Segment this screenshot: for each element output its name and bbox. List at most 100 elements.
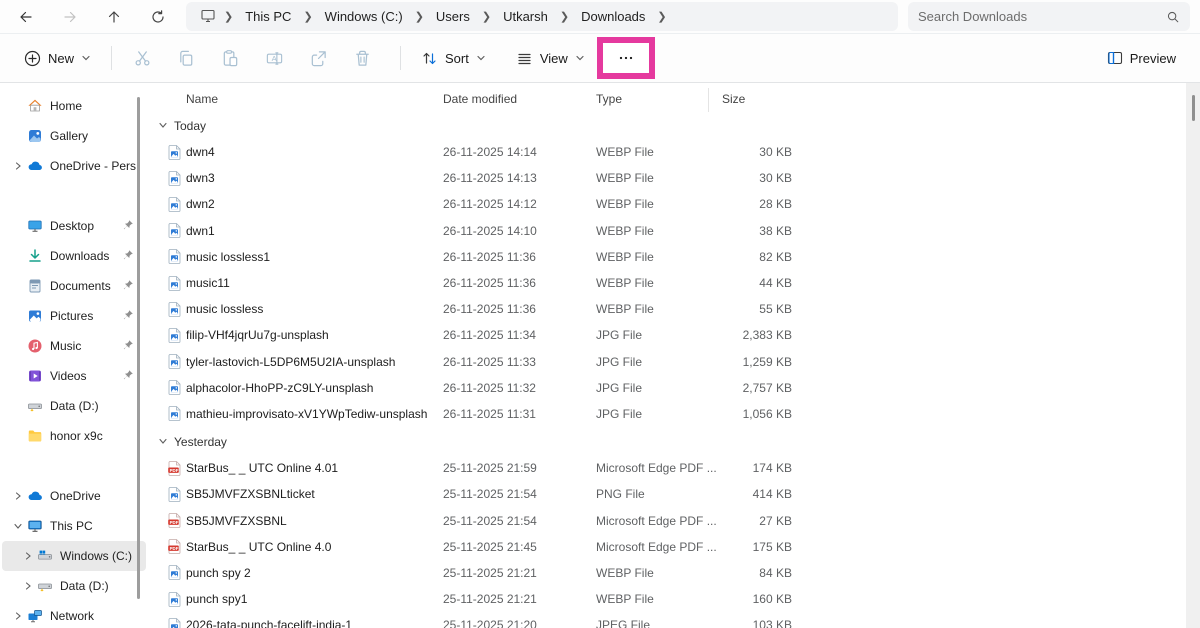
- copy-button[interactable]: [168, 41, 204, 75]
- file-row[interactable]: PDFSB5JMVFZXSBNL25-11-2025 21:54Microsof…: [148, 507, 1200, 533]
- sidebar-item-home[interactable]: Home: [2, 91, 146, 121]
- up-button[interactable]: [98, 3, 130, 31]
- sidebar-item-downloads[interactable]: Downloads: [2, 241, 146, 271]
- file-row[interactable]: music lossless26-11-2025 11:36WEBP File5…: [148, 296, 1200, 322]
- chevron-right-icon[interactable]: [10, 491, 26, 501]
- sidebar-item-desktop[interactable]: Desktop: [2, 211, 146, 241]
- breadcrumb-item[interactable]: This PC: [239, 7, 297, 26]
- file-date-modified: 26-11-2025 11:36: [443, 250, 596, 264]
- paste-icon: [221, 49, 240, 68]
- sidebar-item-documents[interactable]: Documents: [2, 271, 146, 301]
- breadcrumb-item[interactable]: Utkarsh: [497, 7, 554, 26]
- rename-icon: A: [265, 49, 284, 68]
- file-row[interactable]: tyler-lastovich-L5DP6M5U2IA-unsplash26-1…: [148, 349, 1200, 375]
- chevron-right-icon: ❯: [218, 10, 239, 23]
- sort-button[interactable]: Sort: [413, 44, 494, 73]
- chevron-right-icon[interactable]: [20, 551, 36, 561]
- share-button[interactable]: [300, 41, 336, 75]
- paste-button[interactable]: [212, 41, 248, 75]
- group-label: Today: [174, 119, 206, 133]
- back-button[interactable]: [10, 3, 42, 31]
- search-box[interactable]: [908, 2, 1190, 31]
- sidebar-item-pictures[interactable]: Pictures: [2, 301, 146, 331]
- image-file-icon: [168, 565, 186, 580]
- sidebar-item-label: Data (D:): [50, 399, 99, 413]
- rename-button[interactable]: A: [256, 41, 292, 75]
- sidebar-item-network[interactable]: Network: [2, 601, 146, 628]
- file-row[interactable]: punch spy125-11-2025 21:21WEBP File160 K…: [148, 586, 1200, 612]
- sidebar-item-this-pc[interactable]: This PC: [2, 511, 146, 541]
- file-row[interactable]: mathieu-improvisato-xV1YWpTediw-unsplash…: [148, 401, 1200, 427]
- image-file-icon: [168, 618, 186, 628]
- image-file-icon: [168, 249, 186, 264]
- sidebar-item-data-d[interactable]: Data (D:): [2, 391, 146, 421]
- new-button[interactable]: New: [16, 44, 99, 73]
- file-row[interactable]: dwn126-11-2025 14:10WEBP File38 KB: [148, 218, 1200, 244]
- folder-icon: [26, 428, 44, 444]
- chevron-right-icon[interactable]: [20, 581, 36, 591]
- image-file-icon: [168, 592, 186, 607]
- file-list-scrollbar-thumb[interactable]: [1192, 95, 1195, 121]
- file-type: WEBP File: [596, 171, 722, 185]
- sidebar-item-videos[interactable]: Videos: [2, 361, 146, 391]
- image-file-icon: [168, 328, 186, 343]
- sidebar-item-data-d[interactable]: Data (D:): [2, 571, 146, 601]
- file-row[interactable]: dwn426-11-2025 14:14WEBP File30 KB: [148, 139, 1200, 165]
- breadcrumb-item[interactable]: Downloads: [575, 7, 651, 26]
- up-icon: [106, 9, 122, 25]
- file-row[interactable]: dwn226-11-2025 14:12WEBP File28 KB: [148, 191, 1200, 217]
- cut-button[interactable]: [124, 41, 160, 75]
- more-button-highlight: [597, 37, 655, 79]
- column-size[interactable]: Size: [722, 92, 792, 106]
- file-list-scrollbar-track[interactable]: [1186, 83, 1200, 628]
- breadcrumb-item[interactable]: Users: [430, 7, 476, 26]
- file-row[interactable]: punch spy 225-11-2025 21:21WEBP File84 K…: [148, 560, 1200, 586]
- file-name: StarBus_ _ UTC Online 4.01: [186, 461, 443, 475]
- file-row[interactable]: alphacolor-HhoPP-zC9LY-unsplash26-11-202…: [148, 375, 1200, 401]
- forward-button[interactable]: [54, 3, 86, 31]
- preview-button[interactable]: Preview: [1099, 44, 1184, 72]
- file-row[interactable]: PDFStarBus_ _ UTC Online 4.0125-11-2025 …: [148, 455, 1200, 481]
- chevron-down-icon[interactable]: [158, 119, 168, 133]
- file-row[interactable]: music lossless126-11-2025 11:36WEBP File…: [148, 244, 1200, 270]
- file-row[interactable]: music1126-11-2025 11:36WEBP File44 KB: [148, 270, 1200, 296]
- file-row[interactable]: 2026-tata-punch-facelift-india-125-11-20…: [148, 612, 1200, 628]
- view-button[interactable]: View: [508, 44, 593, 73]
- search-input[interactable]: [918, 9, 1166, 24]
- desktop-icon: [26, 218, 44, 234]
- file-row[interactable]: PDFStarBus_ _ UTC Online 4.025-11-2025 2…: [148, 534, 1200, 560]
- sidebar-item-windows-c[interactable]: Windows (C:): [2, 541, 146, 571]
- chevron-right-icon[interactable]: [10, 611, 26, 621]
- delete-button[interactable]: [344, 41, 380, 75]
- sidebar-item-music[interactable]: Music: [2, 331, 146, 361]
- file-size: 27 KB: [722, 514, 792, 528]
- refresh-button[interactable]: [142, 3, 174, 31]
- chevron-down-icon[interactable]: [158, 435, 168, 449]
- column-type[interactable]: Type: [596, 92, 722, 106]
- file-row[interactable]: filip-VHf4jqrUu7g-unsplash26-11-2025 11:…: [148, 322, 1200, 348]
- file-name: dwn1: [186, 224, 443, 238]
- chevron-right-icon[interactable]: [10, 161, 26, 171]
- sidebar-item-honor-x9c[interactable]: honor x9c: [2, 421, 146, 451]
- sidebar-item-onedrive[interactable]: OneDrive: [2, 481, 146, 511]
- sidebar-item-onedrive-pers[interactable]: OneDrive - Pers: [2, 151, 146, 181]
- onedrive-icon: [26, 158, 44, 174]
- file-row[interactable]: SB5JMVFZXSBNLticket25-11-2025 21:54PNG F…: [148, 481, 1200, 507]
- file-date-modified: 26-11-2025 11:33: [443, 355, 596, 369]
- group-header-yesterday[interactable]: Yesterday: [148, 429, 1200, 455]
- sidebar-item-label: Network: [50, 609, 94, 623]
- see-more-button[interactable]: [603, 43, 649, 73]
- sidebar-scrollbar[interactable]: [137, 97, 140, 599]
- delete-icon: [353, 49, 372, 68]
- sidebar-item-gallery[interactable]: Gallery: [2, 121, 146, 151]
- svg-text:PDF: PDF: [170, 520, 179, 525]
- file-name: dwn2: [186, 197, 443, 211]
- group-header-today[interactable]: Today: [148, 113, 1200, 139]
- breadcrumb-item[interactable]: Windows (C:): [319, 7, 409, 26]
- column-date-modified[interactable]: Date modified: [443, 92, 596, 106]
- file-row[interactable]: dwn326-11-2025 14:13WEBP File30 KB: [148, 165, 1200, 191]
- sidebar-item-label: Pictures: [50, 309, 93, 323]
- column-name[interactable]: Name: [186, 92, 443, 106]
- chevron-down-icon[interactable]: [10, 521, 26, 531]
- sidebar-gap: [0, 181, 148, 211]
